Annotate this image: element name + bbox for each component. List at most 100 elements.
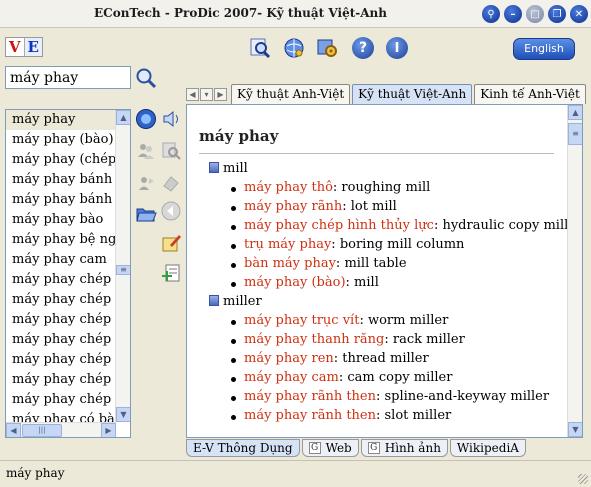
compose-button[interactable] [160, 232, 182, 254]
definition-vertical-scrollbar[interactable]: ▲ ≡ ▼ [567, 105, 582, 437]
minimize-button[interactable]: – [504, 5, 522, 23]
maximize-button[interactable]: □ [526, 5, 544, 23]
source-tab-1[interactable]: G Web [301, 439, 359, 457]
english-toggle[interactable]: E [23, 38, 42, 56]
list-item[interactable]: máy phay cam [6, 250, 116, 270]
minimize-icon: – [510, 8, 516, 20]
scroll-down-icon[interactable]: ▼ [568, 422, 582, 437]
search-button[interactable] [134, 66, 158, 90]
english-button[interactable]: English [513, 38, 575, 60]
info-button[interactable]: I [386, 37, 408, 59]
definition-section: mill [209, 161, 248, 176]
list-item[interactable]: máy phay [6, 110, 116, 130]
entry-vietnamese[interactable]: máy phay thô [244, 180, 333, 195]
open-folder-button[interactable] [135, 203, 157, 225]
tab-prev-icon[interactable]: ◀ [186, 88, 199, 101]
window-title: EConTech - ProDic 2007- Kỹ thuật Việt-An… [94, 6, 387, 20]
settings-button[interactable] [316, 37, 338, 59]
users-icon [138, 144, 154, 159]
scroll-right-icon[interactable]: ▶ [101, 423, 116, 437]
scroll-left-icon[interactable]: ◀ [6, 423, 21, 437]
list-item[interactable]: máy phay bánh x [6, 190, 116, 210]
pin-button[interactable]: ⚲ [482, 5, 500, 23]
horizontal-scroll-thumb[interactable]: ||| [22, 424, 62, 437]
scroll-thumb[interactable]: ≡ [568, 123, 582, 145]
list-item[interactable]: máy phay (bào) [6, 130, 116, 150]
contacts-icon [139, 177, 154, 190]
help-button[interactable]: ? [352, 37, 374, 59]
globe-icon [284, 38, 304, 58]
add-entry-button[interactable] [160, 262, 182, 284]
google-icon: G [308, 442, 321, 454]
search-input[interactable] [5, 66, 131, 89]
word-list-vertical-scrollbar[interactable]: ▲ ≡ ▼ [115, 110, 130, 422]
definition-entry: máy phay thô: roughing mill [230, 180, 431, 195]
tab-1[interactable]: Kỹ thuật Việt-Anh [352, 84, 473, 104]
entry-vietnamese[interactable]: máy phay rãnh then [244, 408, 376, 423]
headword: máy phay [199, 127, 279, 145]
definition-entry: máy phay rãnh: lot mill [231, 199, 397, 214]
entry-vietnamese[interactable]: trụ máy phay [244, 237, 331, 252]
list-item[interactable]: máy phay chép h [6, 370, 116, 390]
zoom-button[interactable] [160, 140, 182, 162]
entry-vietnamese[interactable]: máy phay rãnh [244, 199, 342, 214]
world-button[interactable] [135, 108, 157, 130]
definition-panel: máy phay mill máy phay thô: roughing mill… [186, 104, 583, 438]
entry-english: boring mill column [339, 237, 465, 252]
magnifier-icon [250, 38, 271, 59]
entry-english: slot miller [384, 408, 452, 423]
definition-entry: bàn máy phay: mill table [231, 256, 407, 271]
list-item[interactable]: máy phay chép h [6, 270, 116, 290]
close-button[interactable]: ✕ [570, 5, 588, 23]
language-switch[interactable]: V E [5, 37, 43, 57]
entry-vietnamese[interactable]: máy phay cam [244, 370, 339, 385]
back-button[interactable] [160, 200, 182, 222]
word-list-horizontal-scrollbar[interactable]: ◀ ||| ▶ [6, 422, 116, 437]
contacts-button[interactable] [135, 172, 157, 194]
entry-vietnamese[interactable]: máy phay ren [244, 351, 334, 366]
entry-vietnamese[interactable]: máy phay chép hình thủy lực [244, 218, 434, 233]
tab-0[interactable]: Kỹ thuật Anh-Việt [231, 84, 351, 104]
list-item[interactable]: máy phay (chép [6, 150, 116, 170]
vietnamese-toggle[interactable]: V [6, 38, 24, 56]
tab-2[interactable]: Kinh tế Anh-Việt [474, 84, 586, 104]
source-tab-0[interactable]: E-V Thông Dụng [186, 439, 300, 457]
list-item[interactable]: máy phay chép h [6, 290, 116, 310]
tab-list-icon[interactable]: ▾ [200, 88, 213, 101]
definition-content: máy phay mill máy phay thô: roughing mill… [187, 105, 567, 437]
list-item[interactable]: máy phay bào [6, 210, 116, 230]
tab-next-icon[interactable]: ▶ [214, 88, 227, 101]
section-term: miller [223, 294, 262, 309]
source-tab-2[interactable]: G Hình ảnh [360, 439, 448, 457]
entry-english: rack miller [392, 332, 465, 347]
source-tab-label: WikipediA [456, 441, 519, 455]
scroll-down-icon[interactable]: ▼ [116, 407, 130, 422]
erase-button[interactable] [160, 172, 182, 194]
list-item[interactable]: máy phay chép h [6, 330, 116, 350]
entry-vietnamese[interactable]: bàn máy phay [244, 256, 336, 271]
entry-vietnamese[interactable]: máy phay trục vít [244, 313, 359, 328]
scroll-up-icon[interactable]: ▲ [568, 105, 582, 120]
list-item[interactable]: máy phay bệ nga [6, 230, 116, 250]
maximize-icon: □ [530, 8, 540, 20]
entry-vietnamese[interactable]: máy phay rãnh then [244, 389, 376, 404]
divider [199, 153, 554, 154]
list-item[interactable]: máy phay có bàn [6, 410, 116, 422]
scroll-thumb[interactable]: ≡ [116, 265, 130, 275]
list-item[interactable]: máy phay chép h [6, 310, 116, 330]
entry-vietnamese[interactable]: máy phay (bào) [244, 275, 346, 290]
resize-grip-icon[interactable] [578, 474, 588, 484]
definition-section: miller [209, 294, 262, 309]
list-item[interactable]: máy phay chép h [6, 350, 116, 370]
web-search-button[interactable] [283, 37, 305, 59]
list-item[interactable]: máy phay chép h [6, 390, 116, 410]
source-tab-3[interactable]: WikipediA [449, 439, 526, 457]
find-button[interactable] [249, 37, 271, 59]
scroll-up-icon[interactable]: ▲ [116, 110, 130, 125]
list-item[interactable]: máy phay bánh v [6, 170, 116, 190]
speaker-button[interactable] [160, 108, 182, 130]
users-button[interactable] [135, 140, 157, 162]
gear-icon [317, 39, 337, 57]
entry-vietnamese[interactable]: máy phay thanh răng [244, 332, 384, 347]
restore-button[interactable]: ❐ [548, 5, 566, 23]
